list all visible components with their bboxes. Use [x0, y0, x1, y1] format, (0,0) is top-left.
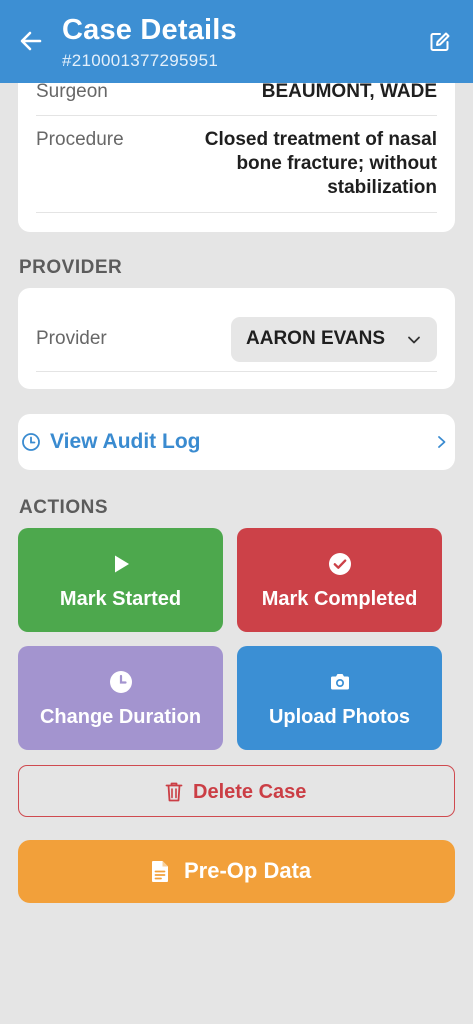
mark-completed-label: Mark Completed: [261, 588, 418, 610]
provider-label: Provider: [36, 328, 107, 349]
trash-icon: [165, 782, 183, 802]
upload-photos-label: Upload Photos: [268, 706, 411, 728]
view-audit-log-label: View Audit Log: [50, 430, 201, 453]
surgeon-value: BEAUMONT, WADE: [261, 81, 437, 102]
provider-selected-value: AARON EVANS: [246, 328, 385, 349]
mark-started-button[interactable]: Mark Started: [18, 528, 223, 632]
change-duration-label: Change Duration: [39, 706, 202, 728]
chevron-down-icon: [408, 336, 420, 344]
pre-op-data-label: Pre-Op Data: [184, 858, 312, 883]
upload-photos-button[interactable]: Upload Photos: [237, 646, 442, 750]
check-circle-icon: [328, 553, 351, 575]
provider-card: Provider AARON EVANS: [18, 288, 455, 389]
mark-completed-button[interactable]: Mark Completed: [237, 528, 442, 632]
case-number: #210001377295951: [62, 51, 219, 70]
play-icon: [114, 555, 129, 573]
pre-op-data-button[interactable]: Pre-Op Data: [18, 840, 455, 903]
edit-icon[interactable]: [428, 30, 452, 54]
app-header: Case Details #210001377295951: [0, 0, 473, 83]
surgeon-label: Surgeon: [36, 81, 108, 102]
page-title: Case Details: [62, 14, 237, 46]
delete-case-button[interactable]: Delete Case: [18, 765, 455, 817]
procedure-row: Procedure Closed treatment of nasal bone…: [36, 116, 437, 213]
change-duration-button[interactable]: Change Duration: [18, 646, 223, 750]
actions-section-title: ACTIONS: [19, 497, 108, 518]
provider-select[interactable]: AARON EVANS: [231, 317, 437, 362]
clock-icon: [109, 671, 132, 693]
procedure-label: Procedure: [36, 129, 124, 150]
provider-section-title: PROVIDER: [19, 257, 123, 278]
delete-case-label: Delete Case: [193, 781, 307, 803]
chevron-right-icon: [438, 436, 446, 448]
clock-icon: [22, 433, 40, 451]
document-icon: [152, 861, 168, 882]
camera-icon: [330, 674, 349, 690]
mark-started-label: Mark Started: [59, 588, 182, 610]
procedure-value: Closed treatment of nasal bone fracture;…: [204, 129, 437, 198]
case-details-card: Surgeon BEAUMONT, WADE Procedure Closed …: [18, 60, 455, 232]
view-audit-log-button[interactable]: View Audit Log: [18, 414, 455, 470]
arrow-left-icon[interactable]: [18, 28, 44, 54]
